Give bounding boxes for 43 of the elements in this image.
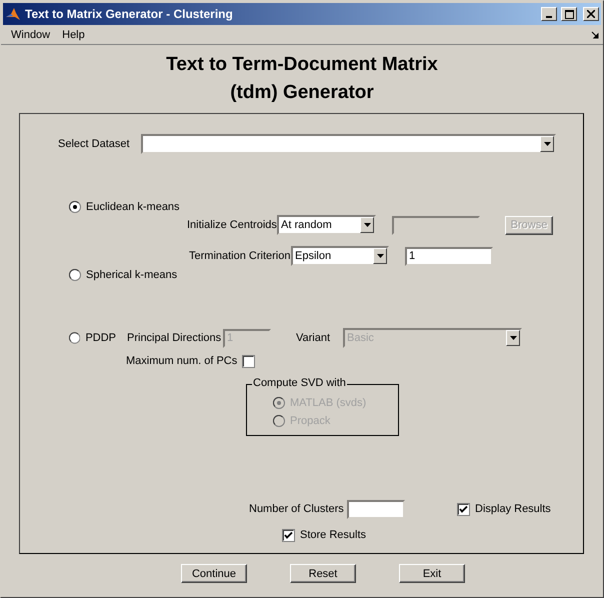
field-label: Maximum num. of PCs [126, 355, 238, 367]
radio-button[interactable] [69, 332, 80, 344]
menu-item[interactable]: Window [5, 28, 56, 40]
checkbox-label: Display Results [475, 503, 551, 515]
radio-label: Euclidean k-means [86, 201, 180, 213]
minimize-button[interactable] [541, 7, 557, 21]
heading-line: (tdm) Generator [230, 81, 374, 105]
close-button[interactable] [583, 7, 599, 21]
field-label: Termination Criterion [189, 250, 290, 262]
field-label: Variant [296, 332, 330, 344]
text-field[interactable] [347, 500, 405, 518]
caret-icon [376, 254, 384, 258]
push-button[interactable]: Exit [399, 564, 465, 583]
app-logo-icon [5, 6, 21, 22]
menu-item[interactable]: Help [56, 28, 91, 40]
field-label: Initialize Centroids [187, 219, 277, 231]
push-button[interactable]: Reset [290, 564, 356, 583]
heading-line: Text to Term-Document Matrix [166, 53, 438, 77]
radio-button[interactable] [69, 201, 81, 213]
push-button[interactable]: Continue [181, 564, 247, 583]
dock-arrow-icon[interactable] [591, 30, 599, 38]
radio-button[interactable] [69, 269, 81, 281]
checkbox-label: Store Results [300, 529, 366, 541]
checkbox[interactable] [457, 502, 470, 516]
checkbox[interactable] [282, 528, 295, 542]
dropdown[interactable] [141, 134, 556, 154]
caret-icon [510, 336, 516, 340]
radio-label: PDDP [85, 332, 116, 344]
group-title: Compute SVD with [252, 377, 347, 389]
caret-icon [544, 142, 550, 146]
field-label: Number of Clusters [249, 503, 344, 515]
maximize-icon [564, 10, 574, 18]
field-label: Select Dataset [58, 138, 130, 150]
text-field[interactable]: 1 [405, 246, 493, 266]
dropdown[interactable]: At random [277, 215, 376, 235]
field-label: Principal Directions [127, 332, 222, 344]
radio-label: Spherical k-means [86, 269, 178, 281]
maximize-button[interactable] [561, 7, 577, 21]
close-icon [587, 10, 595, 18]
window-title: Text to Matrix Generator - Clustering [25, 7, 233, 21]
dropdown[interactable]: Epsilon [291, 246, 389, 266]
caret-icon [364, 223, 370, 227]
checkbox[interactable] [242, 354, 255, 368]
